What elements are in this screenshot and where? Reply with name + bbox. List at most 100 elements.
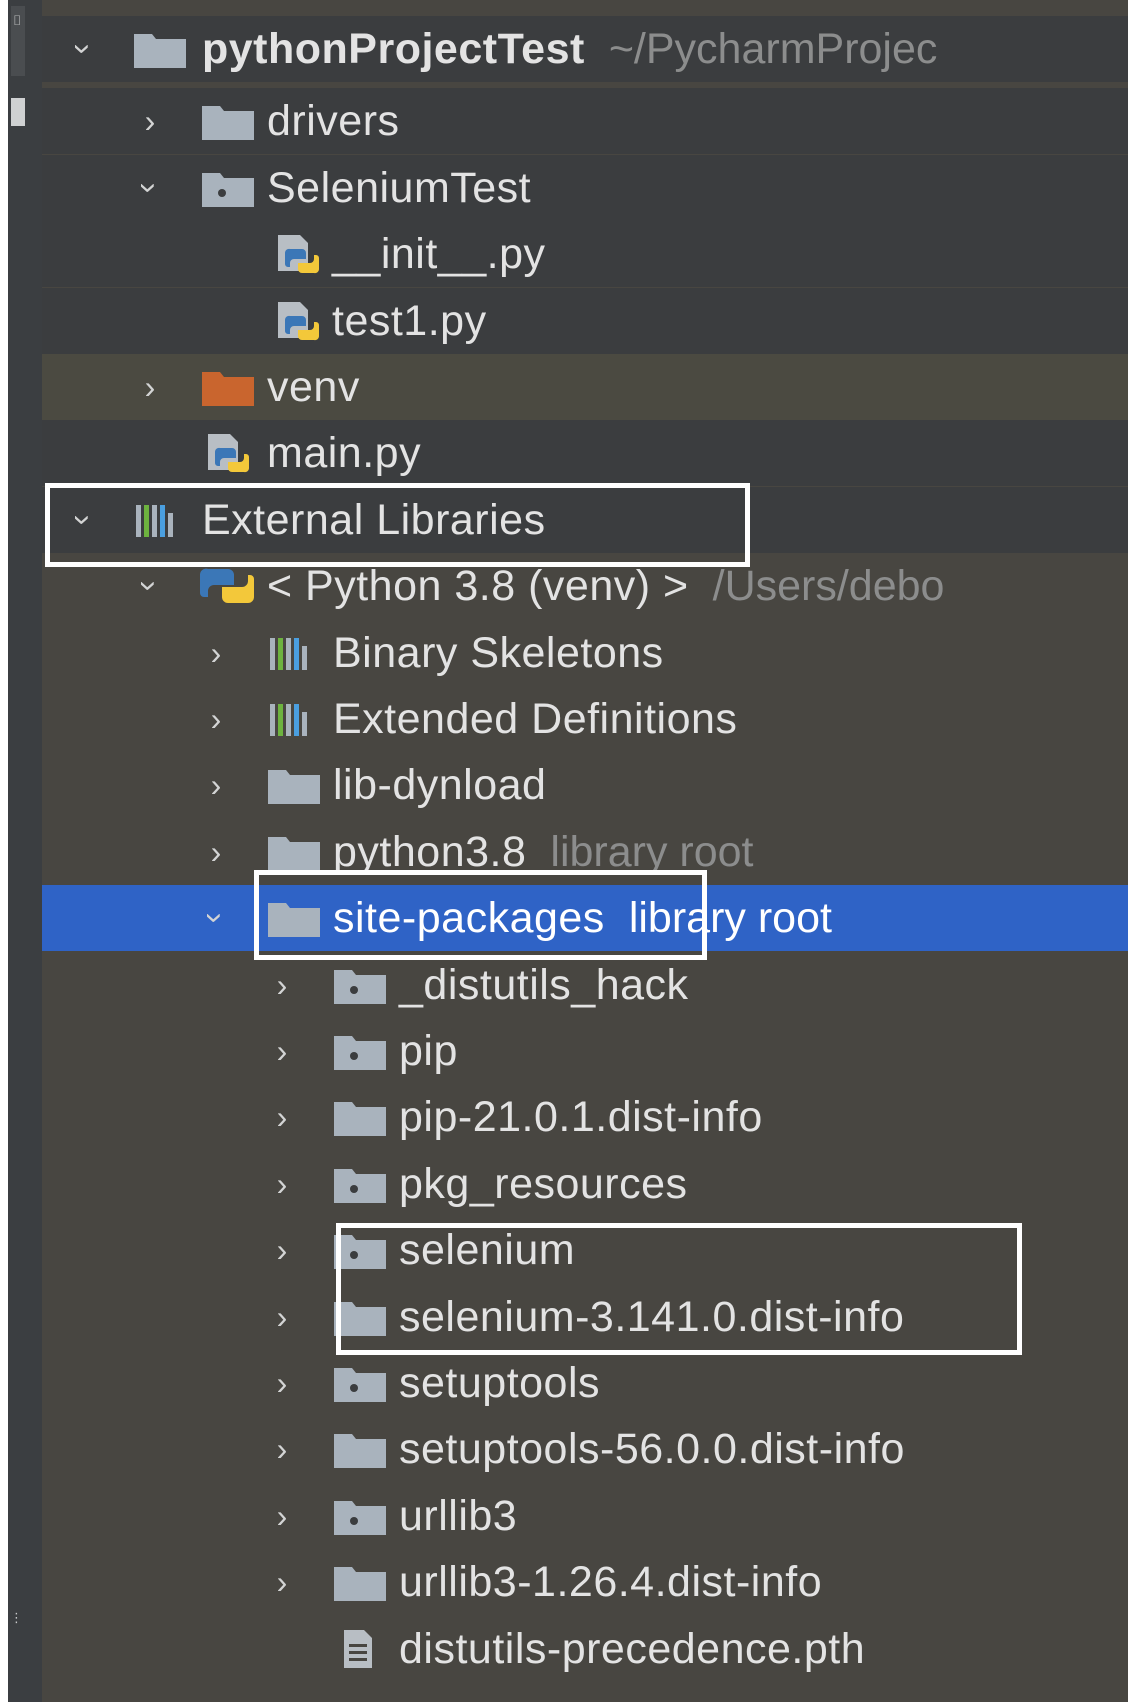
folder-icon [266,897,322,939]
chevron-down-icon[interactable]: › [117,566,183,606]
tree-row-urllib3[interactable]: › urllib3 [42,1482,1128,1549]
tree-row-label: < Python 3.8 (venv) > [267,562,689,611]
chevron-right-icon[interactable]: › [262,952,302,1018]
tree-row-label: pythonProjectTest [202,25,585,73]
folder-icon [200,100,256,142]
chevron-right-icon[interactable]: › [196,686,236,752]
chevron-right-icon[interactable]: › [262,1284,302,1350]
chevron-right-icon[interactable]: › [262,1084,302,1150]
tree-row-label: setuptools [399,1359,601,1407]
tree-row-init-py[interactable]: __init__.py [42,221,1128,288]
chevron-down-icon[interactable]: › [117,168,183,208]
tree-row-python-3-8-venv[interactable]: › < Python 3.8 (venv) > /Users/debo [42,553,1128,620]
tree-row-label: setuptools-56.0.0.dist-info [399,1425,905,1474]
tree-row-seleniumtest[interactable]: › SeleniumTest [42,154,1128,221]
tree-row-binary-skeletons[interactable]: › Binary Skeletons [42,619,1128,686]
library-icon [266,698,322,740]
tree-row-hint: /Users/debo [712,562,945,611]
tree-row-distutils-precedence-pth[interactable]: distutils-precedence.pth [42,1615,1128,1682]
tree-row-label: test1.py [332,296,487,345]
tree-row-label: pip-21.0.1.dist-info [399,1093,763,1142]
library-icon [132,499,188,541]
package-folder-icon [332,1030,388,1072]
package-folder-icon [332,1229,388,1271]
folder-icon [332,1561,388,1603]
folder-icon [332,1096,388,1138]
tree-row-hint: library root [550,827,754,876]
chevron-right-icon[interactable]: › [196,620,236,686]
tree-row-label: SeleniumTest [267,163,532,212]
python-file-icon [270,233,326,275]
tree-row-label: selenium [399,1226,576,1275]
chevron-right-icon[interactable]: › [196,819,236,885]
package-folder-icon [332,1362,388,1404]
excluded-folder-icon [200,366,256,408]
chevron-down-icon[interactable]: › [51,29,117,69]
tree-row-setuptools[interactable]: › setuptools [42,1350,1128,1416]
chevron-right-icon[interactable]: › [262,1350,302,1416]
chevron-right-icon[interactable]: › [130,354,170,420]
tree-row-label: __init__.py [332,230,546,279]
tree-row-label: python3.8 [333,827,527,876]
tree-row-external-libraries[interactable]: › External Libraries [42,486,1128,553]
chevron-down-icon[interactable]: › [183,898,249,938]
text-file-icon [332,1628,388,1670]
tree-row-venv[interactable]: › venv [42,354,1128,420]
tree-row-label: _distutils_hack [399,960,689,1009]
tree-row-selenium[interactable]: › selenium [42,1217,1128,1284]
structure-tool-tab[interactable]: ⋮ [10,1610,26,1690]
chevron-right-icon[interactable]: › [196,752,236,818]
tree-row-pip[interactable]: › pip [42,1018,1128,1084]
tree-row-label: distutils-precedence.pth [399,1624,866,1673]
tree-row-label: urllib3-1.26.4.dist-info [399,1558,823,1607]
package-folder-icon [332,1163,388,1205]
tree-row-distutils-hack[interactable]: › _distutils_hack [42,951,1128,1018]
folder-icon [266,764,322,806]
package-folder-icon [332,1495,388,1537]
chevron-down-icon[interactable]: › [51,500,117,540]
folder-icon [332,1296,388,1338]
package-folder-icon [200,167,256,209]
tree-row-site-packages[interactable]: › site-packages library root [42,885,1128,952]
tree-row-selenium-3-141-0-dist-info[interactable]: › selenium-3.141.0.dist-info [42,1283,1128,1350]
tree-row-extended-definitions[interactable]: › Extended Definitions [42,686,1128,752]
tree-row-lib-dynload[interactable]: › lib-dynload [42,752,1128,819]
tree-row-label: urllib3 [399,1491,518,1540]
tree-row-drivers[interactable]: › drivers [42,88,1128,155]
package-folder-icon [332,964,388,1006]
tree-row-python3-8[interactable]: › python3.8 library root [42,818,1128,885]
chevron-right-icon[interactable]: › [262,1416,302,1482]
chevron-right-icon[interactable]: › [262,1018,302,1084]
chevron-right-icon[interactable]: › [262,1549,302,1615]
project-tree: › pythonProjectTest ~/PycharmProjec › driver… [42,0,1128,1702]
tree-row-label: Binary Skeletons [333,628,664,677]
tool-tab-marker [11,98,25,126]
tree-row-label: External Libraries [202,495,546,544]
tree-row-label: venv [267,363,360,411]
tree-row-main-py[interactable]: main.py [42,420,1128,487]
tree-row-test1-py[interactable]: test1.py [42,287,1128,354]
tree-row-label: main.py [267,429,422,478]
folder-icon [332,1428,388,1470]
tree-row-label: drivers [267,97,400,146]
chevron-right-icon[interactable]: › [262,1483,302,1549]
tree-row-setuptools-56-0-0-dist-info[interactable]: › setuptools-56.0.0.dist-info [42,1416,1128,1483]
tree-row-urllib3-1-26-4-dist-info[interactable]: › urllib3-1.26.4.dist-info [42,1549,1128,1616]
tool-window-strip: ⌷ ⋮ [8,0,42,1702]
python-icon [199,565,256,607]
chevron-right-icon[interactable]: › [130,88,170,154]
tree-row-label: pip [399,1027,458,1075]
tree-row-pkg-resources[interactable]: › pkg_resources [42,1150,1128,1217]
tree-row-hint: library root [628,894,832,943]
folder-icon [132,28,188,70]
tree-row-label: pkg_resources [399,1159,688,1208]
project-tool-tab[interactable]: ⌷ [11,6,25,76]
screenshot: ⌷ ⋮ › pythonProjectTest ~/PycharmProjec › dr… [0,0,1128,1702]
tree-row-label: site-packages [333,894,605,943]
python-file-icon [200,432,256,474]
tree-row-label: lib-dynload [333,761,547,810]
tree-row-pip-21-0-1-dist-info[interactable]: › pip-21.0.1.dist-info [42,1084,1128,1151]
chevron-right-icon[interactable]: › [262,1217,302,1283]
tree-row-pythonprojecttest[interactable]: › pythonProjectTest ~/PycharmProjec [42,16,1128,82]
chevron-right-icon[interactable]: › [262,1151,302,1217]
